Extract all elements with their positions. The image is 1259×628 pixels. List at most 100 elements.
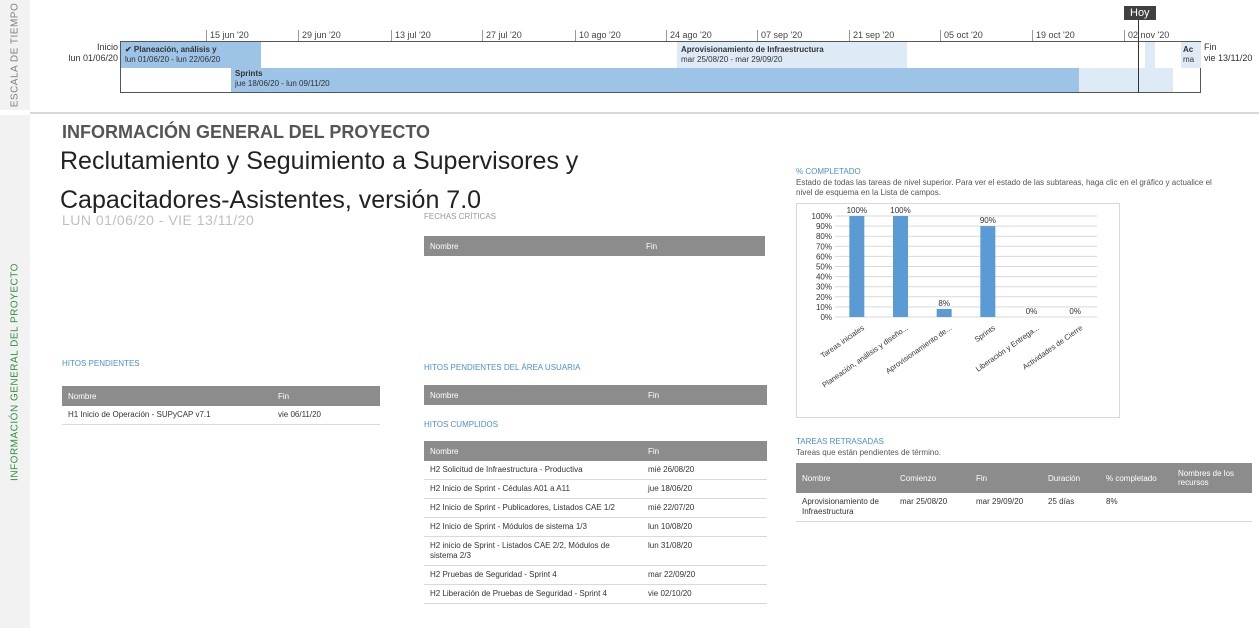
column-header[interactable]: Nombre xyxy=(62,386,272,406)
y-tick-label: 50% xyxy=(816,263,832,272)
column-header[interactable]: Fin xyxy=(642,441,767,461)
info-side-label: INFORMACIÓN GENERAL DEL PROYECTO xyxy=(9,262,21,481)
y-tick-label: 80% xyxy=(816,232,832,241)
task-dates: jue 18/06/20 - lun 09/11/20 xyxy=(235,79,330,88)
cell: H2 Inicio de Sprint - Módulos de sistema… xyxy=(424,517,642,537)
pending-milestones-table[interactable]: Nombre Fin H1 Inicio de Operación - SUPyC… xyxy=(62,386,380,425)
cell: lun 10/08/20 xyxy=(642,517,767,537)
bar xyxy=(893,216,908,317)
late-tasks-title: TAREAS RETRASADAS xyxy=(796,437,884,446)
cell: vie 06/11/20 xyxy=(272,406,380,425)
cell: H2 Inicio de Sprint - Cédulas A01 a A11 xyxy=(424,479,642,499)
column-header[interactable]: Nombre xyxy=(424,236,640,256)
x-tick-label: Sprints xyxy=(973,323,997,344)
y-tick-label: 30% xyxy=(816,283,832,292)
percent-complete-chart[interactable]: 0% 10% 20% 30% 40% 50% 60% 70% 80% 90% 100% 100% Tar… xyxy=(796,203,1120,418)
column-header[interactable]: Fin xyxy=(970,463,1042,493)
timeline-tick: 02 nov '20 xyxy=(1124,30,1169,41)
column-header[interactable]: % completado xyxy=(1100,463,1172,493)
completed-milestones-title: HITOS CUMPLIDOS xyxy=(424,420,499,429)
timeline-tick: 19 oct '20 xyxy=(1032,30,1075,41)
column-header[interactable]: Nombres de los recursos xyxy=(1172,463,1252,493)
cell: H1 Inicio de Operación - SUPyCAP v7.1 xyxy=(62,406,272,425)
column-header[interactable]: Comienzo xyxy=(894,463,970,493)
cell: H2 Solicitud de Infraestructura - Produc… xyxy=(424,461,642,480)
y-tick-label: 100% xyxy=(812,212,832,221)
bar xyxy=(936,308,952,317)
y-tick-label: 0% xyxy=(820,313,832,322)
user-area-milestones-table[interactable]: Nombre Fin xyxy=(424,385,767,405)
y-tick-label: 70% xyxy=(816,242,832,251)
table-row[interactable]: H2 inicio de Sprint - Listados CAE 2/2, … xyxy=(424,536,767,566)
critical-dates-title: FECHAS CRÍTICAS xyxy=(424,212,497,221)
timeline-task-bar-remaining xyxy=(1079,68,1173,92)
timeline-side-tab: ESCALA DE TIEMPO xyxy=(0,0,30,110)
timeline[interactable]: 15 jun '20 29 jun '20 13 jul '20 27 jul … xyxy=(30,0,1259,112)
timeline-task-bar[interactable]: Aprovisionamiento de Infraestructura mar… xyxy=(677,42,907,68)
data-label: 8% xyxy=(938,299,950,308)
column-header[interactable]: Fin xyxy=(640,236,765,256)
cell: 8% xyxy=(1100,493,1172,522)
y-tick-label: 40% xyxy=(816,273,832,282)
percent-complete-description: Estado de todas las tareas de nivel supe… xyxy=(796,178,1212,197)
column-header[interactable]: Fin xyxy=(272,386,380,406)
late-tasks-table[interactable]: Nombre Comienzo Fin Duración % completad… xyxy=(796,463,1252,522)
late-tasks-description: Tareas que están pendientes de término. xyxy=(796,448,941,457)
task-dates: ma xyxy=(1183,55,1195,64)
project-title: Reclutamiento y Seguimiento a Supervisor… xyxy=(60,147,579,214)
timeline-side-label: ESCALA DE TIEMPO xyxy=(9,2,21,108)
timeline-tick: 13 jul '20 xyxy=(391,30,431,41)
task-dates: mar 25/08/20 - mar 29/09/20 xyxy=(681,55,783,64)
cell: mar 22/09/20 xyxy=(642,565,767,585)
y-tick-label: 90% xyxy=(816,222,832,231)
timeline-tick: 29 jun '20 xyxy=(298,30,341,41)
critical-dates-table[interactable]: Nombre Fin xyxy=(424,236,765,256)
column-header[interactable]: Fin xyxy=(642,385,767,405)
timeline-task-bar[interactable]: Ac ma xyxy=(1181,42,1201,68)
cell: Aprovisionamiento de Infraestructura xyxy=(796,493,894,522)
cell: H2 Liberación de Pruebas de Seguridad - … xyxy=(424,584,642,604)
cell xyxy=(1172,493,1252,522)
cell: H2 inicio de Sprint - Listados CAE 2/2, … xyxy=(424,536,642,566)
task-name: Sprints xyxy=(235,69,263,78)
table-row[interactable]: Aprovisionamiento de Infraestructura mar… xyxy=(796,493,1252,522)
timeline-task-bar[interactable] xyxy=(1145,42,1155,68)
table-row[interactable]: H2 Inicio de Sprint - Cédulas A01 a A11 j… xyxy=(424,479,767,499)
timeline-tick: 07 sep '20 xyxy=(757,30,802,41)
timeline-task-bar[interactable]: ✔ Planeación, análisis y lun 01/06/20 - … xyxy=(121,42,261,68)
column-header[interactable]: Nombre xyxy=(424,385,642,405)
bar xyxy=(849,216,865,317)
table-row[interactable]: H2 Solicitud de Infraestructura - Produc… xyxy=(424,461,767,480)
info-side-tab: INFORMACIÓN GENERAL DEL PROYECTO xyxy=(0,115,30,628)
today-marker[interactable]: Hoy xyxy=(1124,6,1156,20)
data-label: 100% xyxy=(847,206,867,215)
timeline-start-label: Inicio xyxy=(96,42,118,52)
timeline-tick: 24 ago '20 xyxy=(666,30,712,41)
timeline-gap xyxy=(261,42,677,68)
y-tick-label: 10% xyxy=(816,303,832,312)
timeline-start: Inicio lun 01/06/20 xyxy=(60,42,118,64)
table-row[interactable]: H1 Inicio de Operación - SUPyCAP v7.1 vi… xyxy=(62,406,380,425)
data-label: 0% xyxy=(1026,307,1038,316)
timeline-task-bar[interactable]: Sprints jue 18/06/20 - lun 09/11/20 xyxy=(231,68,1079,92)
cell: mar 29/09/20 xyxy=(970,493,1042,522)
user-area-milestones-title: HITOS PENDIENTES DEL ÁREA USUARIA xyxy=(424,363,581,372)
cell: mié 22/07/20 xyxy=(642,498,767,518)
column-header[interactable]: Nombre xyxy=(796,463,894,493)
column-header[interactable]: Nombre xyxy=(424,441,642,461)
task-name: Aprovisionamiento de Infraestructura xyxy=(681,45,824,54)
task-dates: lun 01/06/20 - lun 22/06/20 xyxy=(125,55,221,64)
cell: mié 26/08/20 xyxy=(642,461,767,480)
cell: H2 Inicio de Sprint - Publicadores, List… xyxy=(424,498,642,518)
table-row[interactable]: H2 Inicio de Sprint - Módulos de sistema… xyxy=(424,517,767,537)
percent-complete-title: % COMPLETADO xyxy=(796,167,861,176)
completed-milestones-table[interactable]: Nombre Fin H2 Solicitud de Infraestructur… xyxy=(424,441,767,604)
timeline-tick: 27 jul '20 xyxy=(482,30,522,41)
table-row[interactable]: H2 Inicio de Sprint - Publicadores, List… xyxy=(424,498,767,518)
cell: 25 días xyxy=(1042,493,1100,522)
task-name: Ac xyxy=(1183,45,1194,54)
table-row[interactable]: H2 Pruebas de Seguridad - Sprint 4 mar 22… xyxy=(424,565,767,585)
timeline-bar-area: ✔ Planeación, análisis y lun 01/06/20 - … xyxy=(120,41,1201,93)
table-row[interactable]: H2 Liberación de Pruebas de Seguridad - … xyxy=(424,584,767,604)
column-header[interactable]: Duración xyxy=(1042,463,1100,493)
